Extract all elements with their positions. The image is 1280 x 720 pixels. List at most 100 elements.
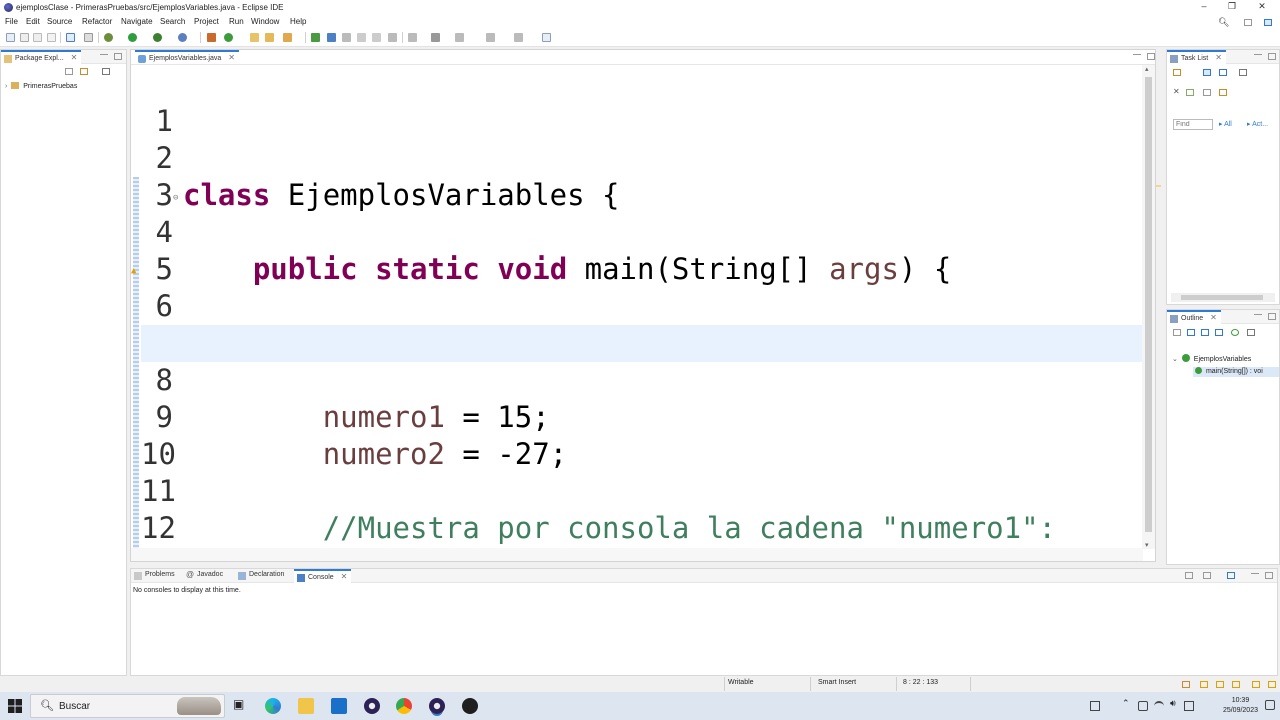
minimize-view-icon[interactable] [1254,54,1262,56]
notifications-icon[interactable] [1265,700,1275,710]
file-explorer-icon[interactable] [298,698,314,714]
wifi-icon[interactable] [1154,701,1164,711]
chevron-down-icon[interactable]: ⌄ [1172,356,1178,363]
save-icon[interactable] [20,33,29,42]
maximize-button[interactable]: ❐ [1222,1,1242,13]
mark-occurrences-icon[interactable] [311,33,320,42]
open-console-icon[interactable] [1227,572,1235,579]
eclipse-active-icon[interactable] [429,698,445,714]
pilcrow-icon[interactable] [372,33,381,42]
sync-icon[interactable] [1219,89,1227,96]
open-type-icon[interactable] [250,33,259,42]
menu-window[interactable]: Window [251,17,279,26]
chevron-up-icon[interactable]: ⌃ [1122,698,1132,708]
maximize-view-icon[interactable] [1268,53,1276,60]
minimize-view-icon[interactable] [1251,573,1259,575]
edge-icon[interactable] [265,698,281,714]
windows-start-icon[interactable] [8,699,22,713]
debug-icon[interactable] [104,33,113,42]
close-icon[interactable]: ✕ [1215,53,1222,62]
forward-icon[interactable] [486,33,495,42]
tips-icon[interactable] [1268,681,1276,688]
tab-javadoc[interactable]: @ Javadoc [183,569,227,583]
eclipse-taskbar-icon[interactable] [364,698,380,714]
scrollbar-thumb[interactable] [1145,77,1152,532]
search-icon[interactable]: 🔍︎ [1218,17,1229,28]
coverage-icon[interactable] [153,33,162,42]
display-console-icon[interactable] [1185,572,1193,579]
close-icon[interactable]: ✕ [1210,313,1217,322]
hide-static-icon[interactable] [1215,329,1223,336]
status-icon-1[interactable] [1182,681,1190,688]
new-icon[interactable] [6,33,15,42]
close-icon[interactable]: ✕ [228,53,235,62]
notifications-icon[interactable] [1252,681,1260,688]
outline-item-method[interactable]: main(String[]) : voi [1193,367,1279,377]
tab-declaration[interactable]: Declaration [235,569,288,583]
search-tool-icon[interactable] [283,33,292,42]
task-find-input[interactable] [1173,119,1213,130]
hide-nonpublic-icon[interactable] [1231,329,1239,336]
open-perspective-icon[interactable] [1244,19,1252,26]
menu-source[interactable]: Source [47,17,72,26]
scroll-down-icon[interactable]: ▾ [1145,541,1149,549]
menu-help[interactable]: Help [290,17,306,26]
close-icon[interactable]: ✕ [341,572,348,581]
keyboard-icon[interactable] [1090,701,1100,711]
collapse-all-icon[interactable] [1173,329,1181,336]
maximize-view-icon[interactable] [1147,53,1155,60]
code-editor[interactable]: ▲ ⊖ 1 2 class EjemplosVariables { 3 4 pu… [131,65,1143,549]
maximize-view-icon[interactable] [114,53,122,60]
view-menu-icon[interactable] [1247,329,1255,336]
app-icon[interactable] [462,698,478,714]
show-whitespace-icon[interactable] [357,33,366,42]
outline-item-class[interactable]: ⌄ EjemplosVariables [1172,354,1251,363]
pin-editor-icon[interactable] [542,33,551,42]
menu-run[interactable]: Run [229,17,244,26]
external-tools-icon[interactable] [178,33,187,42]
status-insert-mode[interactable]: Smart Insert [818,679,856,686]
minimize-view-icon[interactable] [1133,54,1141,56]
status-icon-4[interactable] [1232,681,1240,688]
status-icon-3[interactable] [1216,681,1224,688]
link-with-editor-icon[interactable] [80,68,88,75]
save-all-icon[interactable] [33,33,42,42]
next-annotation-icon[interactable] [388,33,397,42]
status-cursor-position[interactable]: 8 : 22 : 133 [903,679,938,686]
back-icon[interactable] [455,33,464,42]
terminal-icon[interactable] [66,33,75,42]
java-perspective-icon[interactable] [1264,19,1272,26]
task-filter-all[interactable]: ▸ All [1219,120,1232,128]
menu-project[interactable]: Project [194,17,219,26]
task-list-scrollbar[interactable] [1171,293,1275,302]
tab-editor-file[interactable]: EjemplosVariables.java ✕ [135,50,239,64]
display-icon[interactable] [1184,701,1194,711]
maximize-view-icon[interactable] [1268,313,1276,320]
tab-package-explorer[interactable]: Package Expl... ✕ [1,50,82,64]
run-icon[interactable] [128,33,137,42]
taskbar-clock[interactable]: 10:39 25/09/2023 [1223,696,1258,716]
forward-history-icon[interactable] [514,33,523,42]
chrome-icon[interactable] [396,698,412,714]
tab-console[interactable]: Console ✕ [294,569,352,583]
status-icon-2[interactable] [1200,681,1208,688]
view-menu-icon[interactable] [1239,69,1247,76]
chevron-right-icon[interactable]: › [5,83,7,90]
skip-breakpoints-icon[interactable] [84,33,93,42]
editor-horizontal-scrollbar[interactable] [131,548,1143,561]
word-wrap-icon[interactable] [342,33,351,42]
task-filter-activate[interactable]: ▸ Act... [1247,120,1268,128]
view-menu-icon[interactable] [102,68,110,75]
menu-edit[interactable]: Edit [26,17,40,26]
menu-search[interactable]: Search [160,17,185,26]
minimize-view-icon[interactable] [100,54,108,56]
menu-refactor[interactable]: Refactor [82,17,112,26]
toggle-block-selection-icon[interactable] [327,33,336,42]
print-icon[interactable] [47,33,56,42]
taskbar-search[interactable]: 🔍︎ Buscar [30,694,225,718]
hide-fields-icon[interactable] [1201,329,1209,336]
new-task-icon[interactable] [1173,69,1181,76]
scroll-up-icon[interactable]: ▴ [1145,65,1149,73]
focus-icon[interactable] [1186,89,1194,96]
task-view-icon[interactable]: ▣ [233,697,249,713]
